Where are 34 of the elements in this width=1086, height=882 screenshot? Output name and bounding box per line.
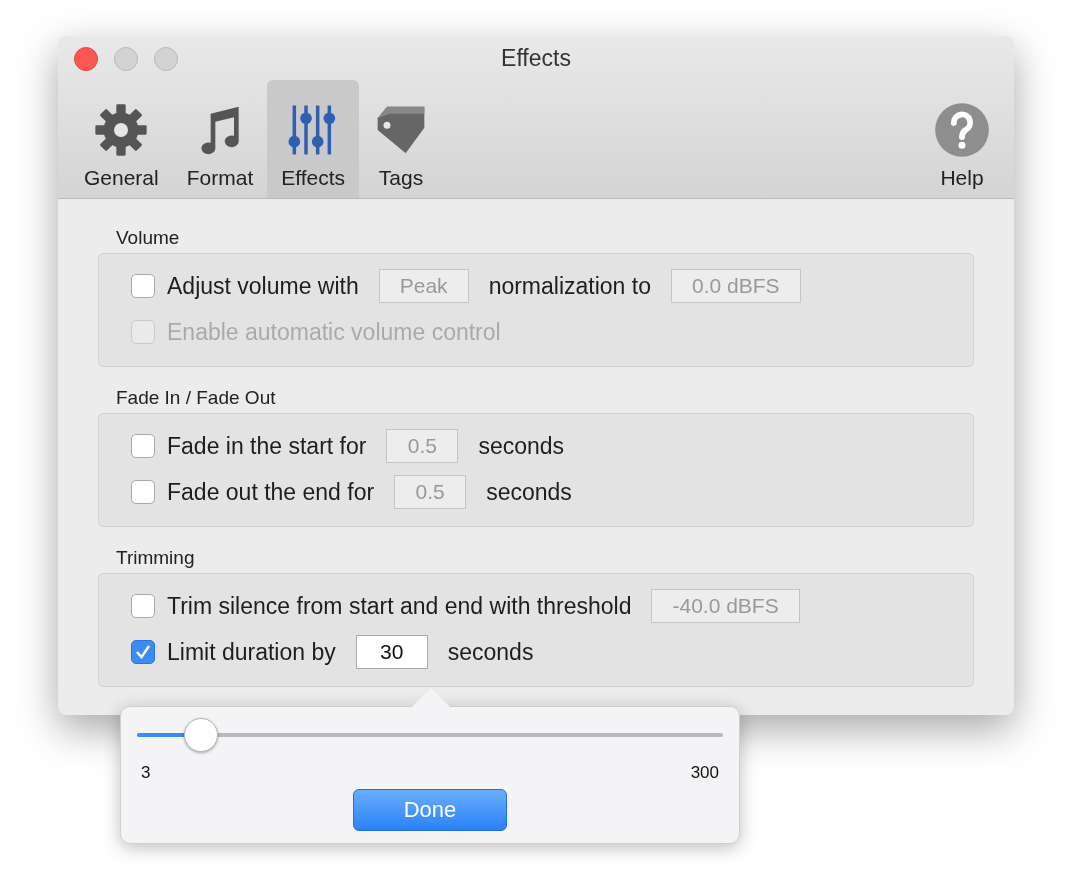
checkbox[interactable] xyxy=(131,434,155,458)
toolbar-tab[interactable]: Format xyxy=(172,80,268,198)
window-title: Effects xyxy=(501,44,571,72)
checkbox[interactable] xyxy=(131,640,155,664)
toolbar-tab[interactable]: Tags xyxy=(359,80,444,198)
close-button[interactable] xyxy=(74,47,98,71)
section-title: Volume xyxy=(116,227,181,249)
gear-icon xyxy=(93,102,150,158)
slider[interactable] xyxy=(137,718,723,752)
option-label: Trim silence from start and end with threshold xyxy=(167,592,632,620)
help-icon xyxy=(934,102,990,158)
checkbox[interactable] xyxy=(131,480,155,504)
option-label: seconds xyxy=(486,478,572,506)
min-label: 3 xyxy=(141,763,151,783)
option-label: Limit duration by xyxy=(167,638,336,666)
option-label: Enable automatic volume control xyxy=(167,318,501,346)
checkbox[interactable] xyxy=(131,274,155,298)
section-title: Trimming xyxy=(116,547,196,569)
checkbox[interactable] xyxy=(131,594,155,618)
slider-thumb[interactable] xyxy=(184,718,219,752)
option-label: Fade in the start for xyxy=(167,432,367,460)
option-label: normalization to xyxy=(488,272,651,300)
toolbar-tab[interactable]: General xyxy=(70,80,173,198)
option-label: seconds xyxy=(447,638,534,666)
help-button[interactable]: Help xyxy=(920,80,1004,198)
max-label: 300 xyxy=(690,763,719,783)
minimize-button[interactable] xyxy=(114,47,138,71)
zoom-button[interactable] xyxy=(154,47,178,71)
option-label: Fade out the end for xyxy=(167,478,375,506)
toolbar-tab[interactable]: Effects xyxy=(267,80,360,198)
option-label: Adjust volume with xyxy=(167,272,359,300)
input-field[interactable]: 30 xyxy=(355,635,428,669)
option-label: seconds xyxy=(478,432,565,460)
section-title: Fade In / Fade Out xyxy=(116,387,277,409)
